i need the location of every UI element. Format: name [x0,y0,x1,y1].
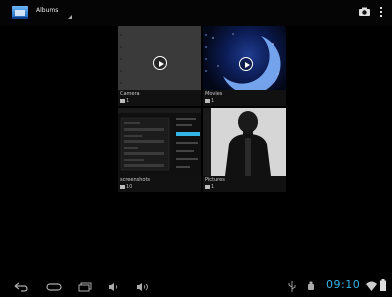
page-title[interactable]: Albums [36,7,58,14]
wifi-icon [366,281,377,291]
gallery-icon[interactable] [12,6,28,19]
thumbnail-image [203,108,286,176]
album-name: Movies [205,91,223,97]
album-movies[interactable]: Movies 1 [203,26,286,106]
back-icon[interactable] [14,282,28,292]
album-count: 1 [205,98,214,104]
photo-count-icon [120,98,125,103]
album-name: Camera [120,91,140,97]
album-info: Movies 1 [203,90,286,106]
play-icon [239,57,253,71]
album-count: 1 [205,184,214,190]
dropdown-indicator-icon[interactable] [68,15,72,19]
android-debug-icon [308,281,314,290]
album-name: Pictures [205,177,225,183]
camera-icon[interactable] [359,7,370,16]
photo-count-icon [205,184,210,189]
album-name: screenshots [120,177,151,183]
play-icon [153,56,167,70]
album-info: Camera 1 [118,90,201,106]
photo-count-icon [205,98,210,103]
status-clock[interactable]: 09:10 [326,278,360,291]
volume-up-icon[interactable] [136,282,150,292]
album-camera[interactable]: Camera 1 [118,26,201,106]
album-thumbnail [118,26,201,90]
album-thumbnail [203,26,286,90]
thumbnail-image [118,108,201,171]
photo-count-icon [120,184,125,189]
album-pictures[interactable]: Pictures 1 [203,108,286,192]
recents-icon[interactable] [78,282,92,292]
album-info: screenshots 10 [118,176,201,192]
album-screenshots[interactable]: screenshots 10 [118,108,201,192]
home-icon[interactable] [46,283,62,291]
battery-icon [380,279,386,291]
overflow-menu-icon[interactable] [380,7,383,17]
action-bar: Albums [0,0,392,26]
album-count: 1 [120,98,129,104]
album-thumbnail [203,108,286,176]
album-thumbnail [118,108,201,176]
usb-icon [288,281,296,292]
album-info: Pictures 1 [203,176,286,192]
volume-down-icon[interactable] [108,282,120,292]
album-count: 10 [120,184,132,190]
